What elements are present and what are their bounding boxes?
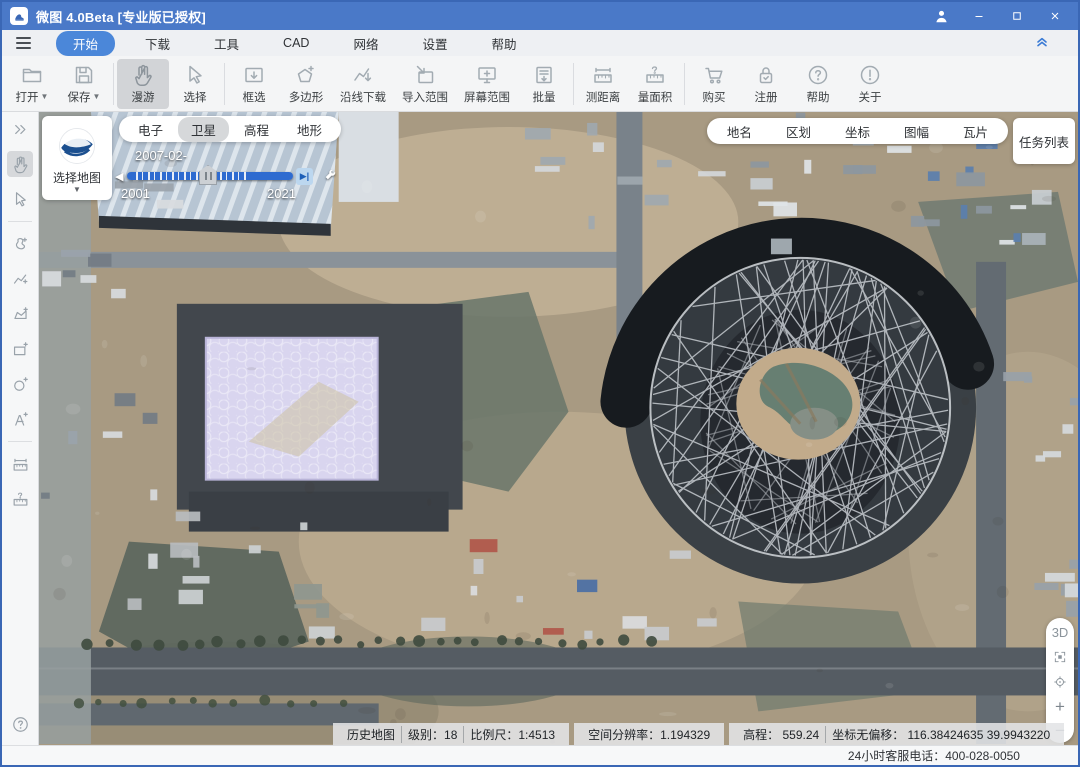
map-source-picker[interactable]: 选择地图 ▼ [42,116,112,200]
pan-tool-button[interactable]: 漫游 [117,59,169,109]
birds-nest-stadium [624,232,976,584]
draw-lasso-icon[interactable] [7,231,33,257]
menu-tab-download[interactable]: 下载 [131,31,184,56]
map-statusbar: 历史地图 级别：18 比例尺：1:4513 空间分辨率：1.194329 高程：… [333,723,1064,745]
status-history-map: 历史地图 [341,726,401,743]
draw-polyline-icon[interactable] [7,266,33,292]
timeline-next-icon[interactable]: ▶| [296,168,313,185]
help-button[interactable]: 帮助 [792,59,844,109]
status-resolution: 空间分辨率：1.194329 [574,723,724,745]
sidebar-divider [8,221,32,222]
status-coordinates: 坐标无偏移： 116.38424635 39.9943220 [825,726,1056,743]
sidebar-divider [8,441,32,442]
timeline-start-year: 2001 [121,186,150,201]
status-map-level-scale: 历史地图 级别：18 比例尺：1:4513 [333,723,569,745]
toolbar-divider [573,63,574,105]
toggle-tiles[interactable]: 瓦片 [963,122,988,141]
timeline-prev-icon[interactable]: ◀ [115,170,127,183]
toolbar-divider [684,63,685,105]
zoom-in-button[interactable]: + [1055,700,1065,713]
chevron-down-icon: ▼ [73,188,81,192]
status-elevation: 高程： 559.24 [737,726,825,743]
draw-rectangle-icon[interactable] [7,336,33,362]
about-button[interactable]: 关于 [844,59,896,109]
service-phone: 24小时客服电话：400-028-0050 [848,747,1020,764]
download-along-line-button[interactable]: 沿线下载 [332,59,394,109]
footer-bar: 24小时客服电话：400-028-0050 [2,745,1078,765]
open-button[interactable]: 打开▼ [6,59,58,109]
menubar: 开始 下载 工具 CAD 网络 设置 帮助 [2,30,1078,56]
menu-tab-settings[interactable]: 设置 [408,31,461,56]
hamburger-menu-icon[interactable] [16,37,38,49]
draw-polygon-icon[interactable] [7,301,33,327]
timeline-date-label: 2007-02- [135,148,375,163]
select-tool-button[interactable]: 选择 [169,59,221,109]
purchase-button[interactable]: 购买 [688,59,740,109]
import-extent-button[interactable]: 导入范围 [394,59,456,109]
menu-tab-tools[interactable]: 工具 [200,31,253,56]
map-viewport[interactable]: 选择地图 ▼ 电子 卫星 高程 地形 2007-02- ◀ ▶| [39,112,1078,745]
layer-tabs: 电子 卫星 高程 地形 [119,116,341,142]
water-cube [177,304,463,532]
timeline-ticks [131,172,249,180]
status-elevation-coords: 高程： 559.24 坐标无偏移： 116.38424635 39.994322… [729,723,1064,745]
toggle-3d-button[interactable]: 3D [1052,626,1069,639]
layer-tab-terrain[interactable]: 地形 [284,117,335,142]
collapse-ribbon-icon[interactable] [1034,33,1050,54]
screen-extent-button[interactable]: 屏幕范围 [456,59,518,109]
batch-button[interactable]: 批量 [518,59,570,109]
maximize-button[interactable] [1002,5,1032,27]
overlay-toggle-bar: 地名 区划 坐标 图幅 瓦片 [707,118,1008,144]
polygon-select-button[interactable]: 多边形 [280,59,332,109]
toggle-coordinates[interactable]: 坐标 [845,122,870,141]
window-title: 微图 4.0Beta [专业版已授权] [36,7,206,26]
pan-tool-icon[interactable] [7,151,33,177]
measure-area-button[interactable]: 量面积 [629,59,681,109]
status-scale: 比例尺：1:4513 [463,726,561,743]
timeline-handle[interactable] [199,165,217,185]
toolbar-divider [113,63,114,105]
fullscreen-icon[interactable] [1053,650,1067,664]
task-list-button[interactable]: 任务列表 [1013,118,1075,164]
locate-icon[interactable] [1053,675,1067,689]
draw-circle-icon[interactable] [7,371,33,397]
toggle-districts[interactable]: 区划 [786,122,811,141]
menu-tab-network[interactable]: 网络 [339,31,392,56]
globe-icon [56,125,98,167]
user-account-icon[interactable] [926,5,956,27]
menu-tab-help[interactable]: 帮助 [477,31,530,56]
menu-tab-start[interactable]: 开始 [56,31,115,56]
map-source-label: 选择地图 [53,169,101,186]
layer-tab-vector[interactable]: 电子 [125,117,176,142]
timeline-slider[interactable] [127,172,293,180]
layer-tab-satellite[interactable]: 卫星 [178,117,229,142]
measure-distance-button[interactable]: 测距离 [577,59,629,109]
toggle-placenames[interactable]: 地名 [727,122,752,141]
status-level: 级别：18 [401,726,463,743]
select-tool-icon[interactable] [7,186,33,212]
sidebar-help-icon[interactable] [7,711,33,737]
layer-tab-elevation[interactable]: 高程 [231,117,282,142]
app-window: 微图 4.0Beta [专业版已授权] 开始 下载 工具 CAD 网络 设置 帮… [0,0,1080,767]
timeline-end-year: 2021 [267,186,296,201]
measure-distance-icon[interactable] [7,451,33,477]
satellite-imagery [39,112,1078,744]
save-button[interactable]: 保存▼ [58,59,110,109]
history-timeline: 2007-02- ◀ ▶| 2001 2021 [115,148,375,202]
close-button[interactable] [1040,5,1070,27]
toolbar-divider [224,63,225,105]
register-button[interactable]: 注册 [740,59,792,109]
ribbon-toolbar: 打开▼ 保存▼ 漫游 选择 框选 多边形 沿线下载 导入范围 屏幕范围 批量 测… [2,56,1078,112]
app-logo-icon [10,7,28,25]
toggle-map-sheets[interactable]: 图幅 [904,122,929,141]
titlebar: 微图 4.0Beta [专业版已授权] [2,2,1078,30]
box-select-button[interactable]: 框选 [228,59,280,109]
measure-area-icon[interactable] [7,486,33,512]
add-text-icon[interactable] [7,406,33,432]
expand-panel-icon[interactable] [7,116,33,142]
left-toolbar [2,112,39,745]
menu-tab-cad[interactable]: CAD [269,33,323,53]
minimize-button[interactable] [964,5,994,27]
timeline-settings-icon[interactable] [323,166,339,187]
